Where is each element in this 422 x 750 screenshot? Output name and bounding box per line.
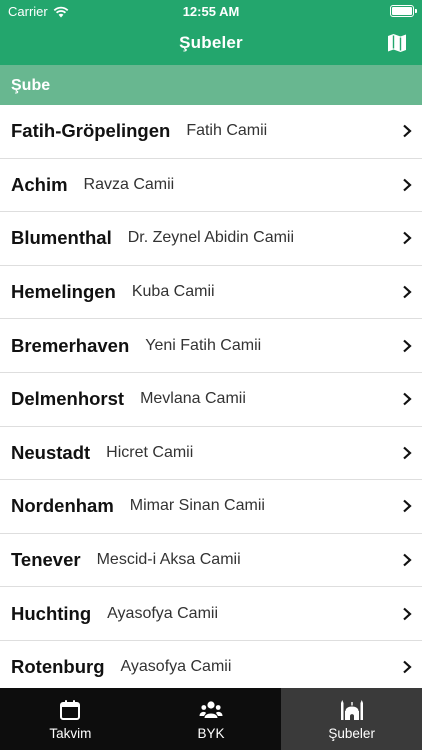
chevron-right-icon (403, 446, 412, 460)
chevron-right-icon (403, 124, 412, 138)
list-item[interactable]: Tenever Mescid-i Aksa Camii (0, 534, 422, 588)
list-item[interactable]: Neustadt Hicret Camii (0, 427, 422, 481)
mosque-name: Dr. Zeynel Abidin Camii (127, 229, 295, 247)
mosque-name: Yeni Fatih Camii (145, 336, 262, 354)
chevron-right-icon (403, 607, 412, 620)
mosque-name: Mescid-i Aksa Camii (96, 551, 241, 569)
page-title: Şubeler (179, 33, 243, 52)
top-bar: Carrier 12:55 AM Şubeler (0, 0, 422, 65)
branch-name: Fatih-Gröpelingen (11, 120, 171, 142)
mosque-name: Ayasofya Camii (107, 604, 219, 622)
users-icon (199, 701, 223, 718)
battery-icon (390, 5, 417, 17)
section-header: Şube (0, 65, 422, 105)
mosque-name: Mimar Sinan Camii (129, 497, 265, 515)
branch-name: Tenever (11, 549, 81, 571)
chevron-right-icon (403, 232, 412, 245)
branch-name: Bremerhaven (11, 334, 130, 356)
chevron-right-icon (403, 339, 412, 352)
mosque-name: Fatih Camii (186, 122, 268, 140)
mosque-name: Ravza Camii (83, 175, 175, 193)
list-item[interactable]: Blumenthal Dr. Zeynel Abidin Camii (0, 212, 422, 266)
list-item[interactable]: Bremerhaven Yeni Fatih Camii (0, 319, 422, 373)
list-item[interactable]: Nordenham Mimar Sinan Camii (0, 480, 422, 534)
calendar-icon (60, 700, 81, 720)
mosque-name: Kuba Camii (131, 283, 215, 301)
navigation-bar: Şubeler (0, 22, 422, 65)
branch-name: Delmenhorst (11, 388, 125, 410)
tab-takvim[interactable]: Takvim (0, 688, 141, 750)
chevron-right-icon (403, 178, 412, 192)
branch-name: Blumenthal (11, 227, 112, 249)
mosque-name: Ayasofya Camii (120, 658, 232, 676)
list-item[interactable]: Rotenburg Ayasofya Camii (0, 641, 422, 688)
mosque-icon (340, 700, 363, 720)
chevron-right-icon (403, 553, 412, 567)
tab-label: BYK (197, 726, 225, 741)
chevron-right-icon (403, 285, 412, 299)
branch-name: Nordenham (11, 495, 114, 517)
list-item[interactable]: Achim Ravza Camii (0, 159, 422, 213)
map-icon[interactable] (386, 32, 408, 54)
list-item[interactable]: Huchting Ayasofya Camii (0, 587, 422, 641)
branch-name: Rotenburg (11, 656, 105, 678)
branch-list: Fatih-Gröpelingen Fatih Camii Achim Ravz… (0, 105, 422, 688)
list-item[interactable]: Delmenhorst Mevlana Camii (0, 373, 422, 427)
mosque-name: Hicret Camii (106, 443, 194, 461)
list-item[interactable]: Hemelingen Kuba Camii (0, 266, 422, 320)
tab-bar: Takvim BYK Şubeler (0, 688, 422, 750)
tab-label: Şubeler (328, 726, 375, 741)
branch-name: Achim (11, 173, 68, 195)
status-time: 12:55 AM (182, 4, 240, 19)
chevron-right-icon (403, 660, 412, 674)
status-bar: Carrier 12:55 AM (0, 0, 422, 22)
tab-subeler[interactable]: Şubeler (281, 688, 422, 750)
tab-byk[interactable]: BYK (141, 688, 282, 750)
list-item[interactable]: Fatih-Gröpelingen Fatih Camii (0, 105, 422, 159)
branch-name: Neustadt (11, 441, 91, 463)
tab-label: Takvim (49, 726, 92, 741)
branch-name: Hemelingen (11, 281, 116, 303)
mosque-name: Mevlana Camii (140, 390, 246, 408)
chevron-right-icon (403, 500, 412, 513)
chevron-right-icon (403, 392, 412, 406)
branch-name: Huchting (11, 602, 92, 624)
